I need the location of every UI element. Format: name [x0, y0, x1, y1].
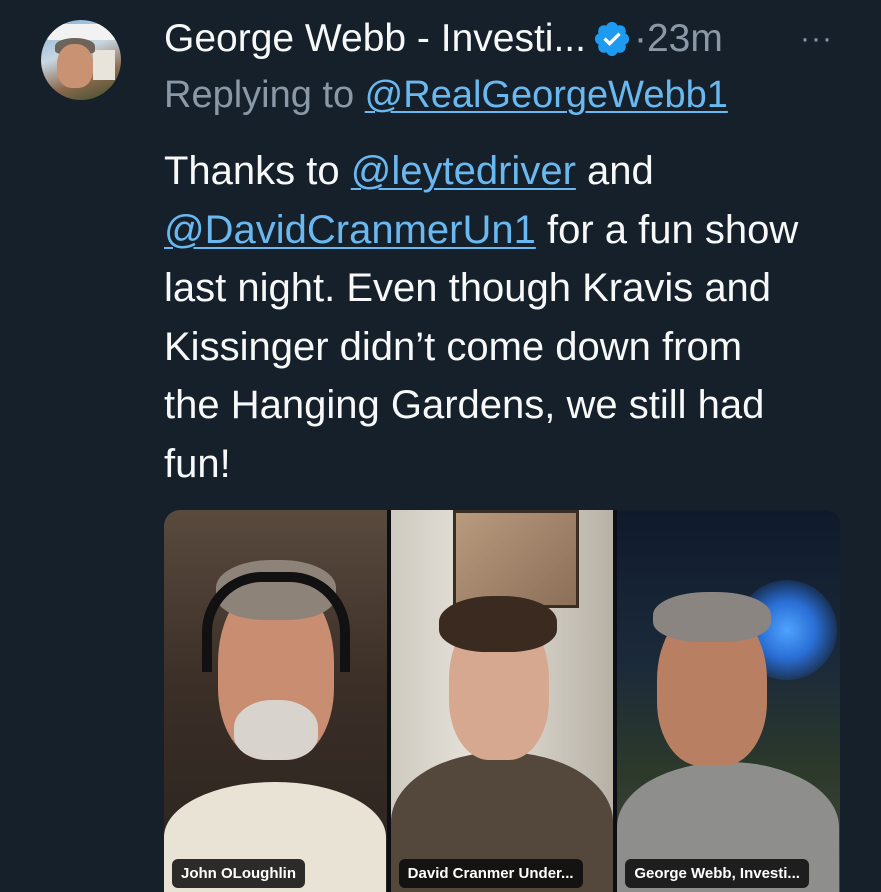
tweet-text-line-2: @DavidCranmerUn1 for a fun show — [164, 201, 864, 260]
mention-davidcranmerun1[interactable]: @DavidCranmerUn1 — [164, 208, 536, 252]
text-segment: for a fun show — [535, 207, 799, 252]
person-beard — [234, 700, 318, 760]
tweet-text-line-3: last night. Even though Kravis and — [164, 266, 772, 310]
tweet-text-line-5: the Hanging Gardens, we still had — [164, 383, 765, 427]
more-horizontal-icon[interactable]: ··· — [800, 14, 833, 64]
tweet-media-video[interactable]: John OLoughlin David Cranmer Under... Ge… — [164, 510, 840, 892]
text-segment: Thanks to — [164, 149, 351, 193]
verified-badge-icon — [592, 19, 632, 59]
tweet-text: Thanks to @leytedriver and @DavidCranmer… — [164, 142, 864, 493]
mention-leytedriver[interactable]: @leytedriver — [351, 149, 576, 193]
avatar-building — [93, 50, 115, 80]
tweet-text-line-1: Thanks to @leytedriver and — [164, 142, 864, 201]
participant-name-label: John OLoughlin — [172, 859, 305, 888]
replying-to-prefix: Replying to — [164, 74, 365, 116]
tweet: George Webb - Investi... ·23m ··· Replyi… — [0, 0, 881, 892]
video-panel-john: John OLoughlin — [164, 510, 387, 892]
video-panel-george: George Webb, Investi... — [617, 510, 840, 892]
participant-name-label: George Webb, Investi... — [625, 859, 809, 888]
wall-painting — [452, 510, 579, 608]
author-display-name[interactable]: George Webb - Investi... — [164, 17, 586, 61]
video-panel-david: David Cranmer Under... — [390, 510, 614, 892]
text-segment: and — [575, 149, 654, 193]
participant-name-label: David Cranmer Under... — [398, 859, 583, 888]
headphones-icon — [202, 572, 350, 672]
tweet-text-line-4: Kissinger didn’t come down from — [164, 324, 743, 369]
avatar-face — [57, 44, 93, 88]
tweet-text-line-6: fun! — [164, 441, 231, 486]
reply-handle-link[interactable]: @RealGeorgeWebb1 — [365, 74, 728, 116]
replying-to: Replying to @RealGeorgeWebb1 — [164, 74, 728, 117]
tweet-header: George Webb - Investi... ·23m — [164, 14, 723, 64]
person-hair — [438, 596, 557, 652]
person-hair — [653, 592, 772, 642]
avatar[interactable] — [41, 20, 121, 100]
tweet-timestamp[interactable]: ·23m — [634, 17, 723, 61]
